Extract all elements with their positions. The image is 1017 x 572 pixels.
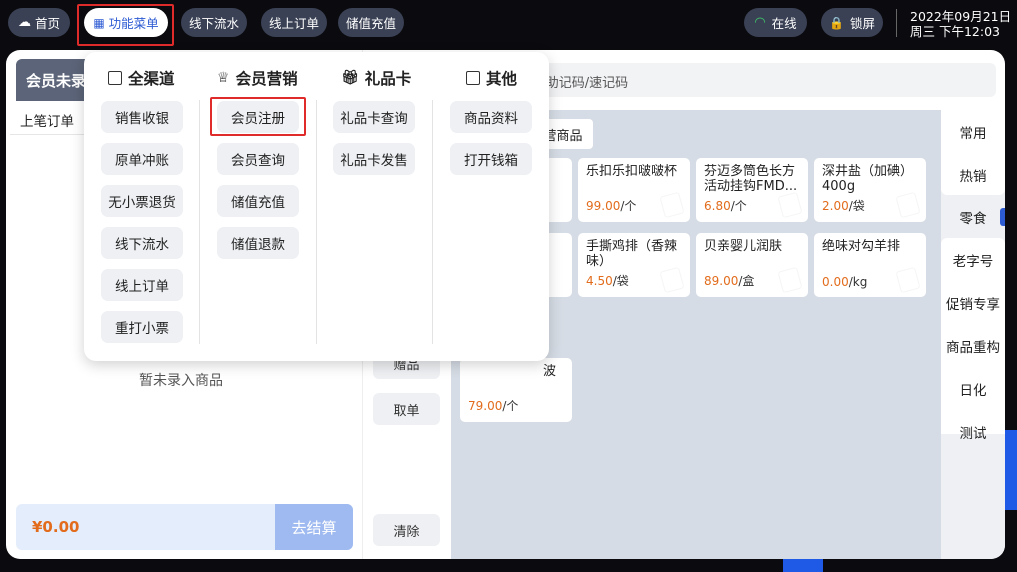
empty-cart-text: 暂未录入商品 xyxy=(139,373,223,389)
recharge-button[interactable]: 储值充值 xyxy=(338,8,404,37)
menu-item-giftcard-sale[interactable]: 礼品卡发售 xyxy=(333,143,415,175)
product-name: 贝亲婴儿润肤 xyxy=(704,239,783,254)
menu-column-title: 其他 xyxy=(486,70,518,88)
time-text: 周三 下午12:03 xyxy=(910,24,1000,39)
menu-column-header: 其他 xyxy=(466,67,517,89)
product-name: 波 xyxy=(542,364,556,379)
product-card[interactable]: 芬迈多筒色长方活动挂钩FMD... 6.80/个 xyxy=(696,158,808,222)
menu-column-header: 🎁︎ 礼品卡 xyxy=(341,67,411,89)
datetime: 2022年09月21日 周三 下午12:03 xyxy=(910,9,1011,39)
category-item[interactable]: 日化 xyxy=(941,369,1005,409)
total-bar: ¥0.00 去结算 xyxy=(16,504,353,550)
crown-icon: ♕ xyxy=(217,70,230,86)
checkout-button[interactable]: 去结算 xyxy=(275,504,353,550)
category-item[interactable]: 商品重构 xyxy=(941,326,1005,366)
bag-icon xyxy=(659,266,685,294)
product-name: 手撕鸡排（香辣味） xyxy=(586,239,678,269)
cancel-order-button[interactable]: 取单 xyxy=(373,393,440,425)
date-text: 2022年09月21日 xyxy=(910,9,1012,24)
bag-icon xyxy=(659,191,685,219)
menu-item-reprint[interactable]: 重打小票 xyxy=(101,311,183,343)
online-status-button[interactable]: ◠ 在线 xyxy=(744,8,807,37)
product-card[interactable]: 绝味对勾羊排 0.00/kg xyxy=(814,233,926,297)
product-card[interactable]: 贝亲婴儿润肤 89.00/盒 xyxy=(696,233,808,297)
menu-column-header: 全渠道 xyxy=(108,67,175,89)
product-price: 6.80/个 xyxy=(704,199,747,213)
menu-item-refund[interactable]: 储值退款 xyxy=(217,227,299,259)
online-order-button[interactable]: 线上订单 xyxy=(261,8,327,37)
menu-column-header: ♕ 会员营销 xyxy=(217,67,298,89)
menu-column-title: 全渠道 xyxy=(128,70,175,88)
recharge-label: 储值充值 xyxy=(345,16,396,31)
gift-icon: 🎁︎ xyxy=(341,70,359,86)
menu-item-offline-flow[interactable]: 线下流水 xyxy=(101,227,183,259)
menu-divider xyxy=(432,100,433,344)
product-name: 芬迈多筒色长方活动挂钩FMD... xyxy=(704,164,798,194)
product-price: 89.00/盒 xyxy=(704,274,755,288)
lock-icon: 🔒 xyxy=(829,15,844,30)
product-price: 2.00/袋 xyxy=(822,199,865,213)
product-name: 乐扣乐扣啵啵杯 xyxy=(586,164,678,179)
bag-icon xyxy=(895,266,921,294)
home-button[interactable]: ☁ 首页 xyxy=(8,8,70,37)
lock-screen-button[interactable]: 🔒 锁屏 xyxy=(821,8,883,37)
menu-item-sales[interactable]: 销售收银 xyxy=(101,101,183,133)
category-selected-indicator xyxy=(1000,208,1005,226)
product-card[interactable]: 波 79.00/个 xyxy=(460,358,572,422)
lock-label: 锁屏 xyxy=(849,16,875,31)
online-status-label: 在线 xyxy=(771,16,797,31)
product-card[interactable]: 乐扣乐扣啵啵杯 99.00/个 xyxy=(578,158,690,222)
total-amount: ¥0.00 xyxy=(32,518,80,536)
menu-divider xyxy=(199,100,200,344)
topbar-divider xyxy=(896,9,897,37)
category-item[interactable]: 热销 xyxy=(941,155,1005,195)
category-column: 常用 热销 零食 老字号 促销专享 商品重构 日化 测试 xyxy=(941,110,1005,559)
menu-item-reversal[interactable]: 原单冲账 xyxy=(101,143,183,175)
decorative-shape xyxy=(783,559,823,572)
menu-item-recharge[interactable]: 储值充值 xyxy=(217,185,299,217)
menu-item-member-query[interactable]: 会员查询 xyxy=(217,143,299,175)
offline-flow-button[interactable]: 线下流水 xyxy=(181,8,247,37)
wifi-icon: ◠ xyxy=(754,15,766,30)
product-price: 4.50/袋 xyxy=(586,274,629,288)
top-bar: ☁ 首页 ▦ 功能菜单 线下流水 线上订单 储值充值 ◠ 在线 🔒 锁屏 202… xyxy=(0,0,1017,46)
offline-flow-label: 线下流水 xyxy=(188,16,239,31)
bag-icon xyxy=(777,191,803,219)
bag-icon xyxy=(777,266,803,294)
category-item[interactable]: 促销专享 xyxy=(941,283,1005,323)
receipt-icon xyxy=(108,71,122,85)
category-item[interactable]: 老字号 xyxy=(941,240,1005,280)
product-card[interactable]: 深井盐（加碘）400g 2.00/袋 xyxy=(814,158,926,222)
menu-highlight-box xyxy=(77,4,174,46)
bag-icon xyxy=(895,191,921,219)
menu-item-product-info[interactable]: 商品资料 xyxy=(450,101,532,133)
product-price: 99.00/个 xyxy=(586,199,637,213)
menu-item-giftcard-query[interactable]: 礼品卡查询 xyxy=(333,101,415,133)
home-label: 首页 xyxy=(34,16,60,31)
menu-column-title: 会员营销 xyxy=(235,70,298,88)
menu-item-return-no-receipt[interactable]: 无小票退货 xyxy=(101,185,183,217)
menu-divider xyxy=(316,100,317,344)
category-item-selected[interactable]: 零食 xyxy=(941,197,1005,237)
member-register-highlight-box xyxy=(210,97,306,136)
product-price: 0.00/kg xyxy=(822,275,868,289)
online-order-label: 线上订单 xyxy=(268,16,319,31)
function-menu-dropdown: 全渠道 销售收银 原单冲账 无小票退货 线下流水 线上订单 重打小票 ♕ 会员营… xyxy=(84,52,549,361)
product-name: 绝味对勾羊排 xyxy=(822,239,901,254)
clear-button[interactable]: 清除 xyxy=(373,514,440,546)
product-card[interactable]: 手撕鸡排（香辣味） 4.50/袋 xyxy=(578,233,690,297)
last-order-link[interactable]: 上笔订单 xyxy=(20,110,74,130)
product-name: 深井盐（加碘）400g xyxy=(822,164,914,194)
decorative-shape xyxy=(1005,430,1017,510)
cloud-home-icon: ☁ xyxy=(17,15,31,30)
menu-item-open-cashbox[interactable]: 打开钱箱 xyxy=(450,143,532,175)
calendar-check-icon xyxy=(466,71,480,85)
category-item[interactable]: 常用 xyxy=(941,112,1005,152)
menu-column-title: 礼品卡 xyxy=(364,70,412,88)
category-item[interactable]: 测试 xyxy=(941,412,1005,452)
product-price: 79.00/个 xyxy=(468,399,519,413)
menu-item-online-order[interactable]: 线上订单 xyxy=(101,269,183,301)
